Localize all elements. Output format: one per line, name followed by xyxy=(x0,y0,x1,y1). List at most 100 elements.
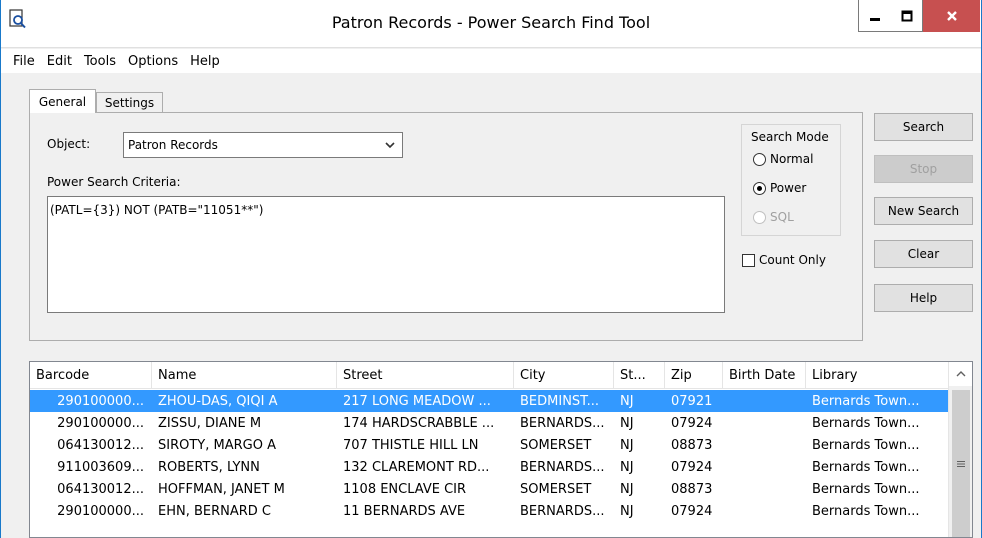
scroll-thumb[interactable] xyxy=(952,390,970,537)
cell-barcode: 064130012... xyxy=(57,481,144,497)
radio-power-label: Power xyxy=(770,181,807,195)
search-button[interactable]: Search xyxy=(874,113,973,141)
table-row[interactable]: 064130012... SIROTY, MARGO A 707 THISTLE… xyxy=(30,434,948,456)
cell-barcode: 290100000... xyxy=(57,503,144,519)
cell-library: Bernards Town... xyxy=(812,503,920,519)
cell-name: ROBERTS, LYNN xyxy=(158,459,260,475)
column-header-state[interactable]: St... xyxy=(614,362,665,389)
cell-zip: 08873 xyxy=(671,481,713,497)
new-search-button[interactable]: New Search xyxy=(874,197,973,225)
menu-tools[interactable]: Tools xyxy=(78,52,122,71)
chevron-down-icon xyxy=(385,142,395,149)
cell-name: EHN, BERNARD C xyxy=(158,503,272,519)
cell-birth-date xyxy=(723,456,806,478)
menu-edit[interactable]: Edit xyxy=(41,52,78,71)
cell-state: NJ xyxy=(620,415,634,431)
cell-street: 132 CLAREMONT RD... xyxy=(343,459,490,475)
title-bar[interactable]: Patron Records - Power Search Find Tool xyxy=(1,0,981,48)
table-row[interactable]: 290100000... ZHOU-DAS, QIQI A 217 LONG M… xyxy=(30,390,948,412)
menu-bar: File Edit Tools Options Help xyxy=(1,49,981,73)
cell-zip: 08873 xyxy=(671,437,713,453)
object-label: Object: xyxy=(47,137,91,151)
cell-name: ZISSU, DIANE M xyxy=(158,415,262,431)
tab-settings[interactable]: Settings xyxy=(96,92,163,113)
cell-street: 174 HARDSCRABBLE ... xyxy=(343,415,495,431)
results-list[interactable]: Barcode Name Street City St... Zip Birth… xyxy=(29,361,973,538)
table-row[interactable]: 290100000... EHN, BERNARD C 11 BERNARDS … xyxy=(30,500,948,522)
cell-street: 1108 ENCLAVE CIR xyxy=(343,481,467,497)
cell-library: Bernards Town... xyxy=(812,393,920,409)
cell-birth-date xyxy=(723,478,806,500)
results-header: Barcode Name Street City St... Zip Birth… xyxy=(30,362,948,389)
cell-state: NJ xyxy=(620,459,634,475)
criteria-label: Power Search Criteria: xyxy=(47,175,181,189)
radio-sql-label: SQL xyxy=(770,210,794,224)
close-icon xyxy=(946,11,957,21)
cell-city: SOMERSET xyxy=(520,437,592,453)
column-header-barcode[interactable]: Barcode xyxy=(30,362,152,389)
cell-birth-date xyxy=(723,434,806,456)
cell-state: NJ xyxy=(620,503,634,519)
cell-library: Bernards Town... xyxy=(812,481,920,497)
menu-options[interactable]: Options xyxy=(122,52,184,71)
column-header-zip[interactable]: Zip xyxy=(665,362,723,389)
close-window-button[interactable] xyxy=(923,0,980,32)
scroll-up-button[interactable] xyxy=(949,362,972,386)
cell-street: 11 BERNARDS AVE xyxy=(343,503,466,519)
column-header-library[interactable]: Library xyxy=(806,362,948,389)
cell-library: Bernards Town... xyxy=(812,459,920,475)
vertical-scrollbar[interactable] xyxy=(948,362,972,537)
cell-state: NJ xyxy=(620,481,634,497)
radio-power[interactable]: Power xyxy=(753,181,806,195)
cell-name: SIROTY, MARGO A xyxy=(158,437,276,453)
radio-normal[interactable]: Normal xyxy=(753,152,813,166)
cell-zip: 07921 xyxy=(671,393,713,409)
count-only-label: Count Only xyxy=(759,253,826,267)
cell-zip: 07924 xyxy=(671,459,713,475)
cell-barcode: 290100000... xyxy=(57,415,144,431)
maximize-button[interactable] xyxy=(891,0,923,32)
cell-city: BEDMINST... xyxy=(520,393,599,409)
cell-street: 707 THISTLE HILL LN xyxy=(343,437,479,453)
column-header-birth-date[interactable]: Birth Date xyxy=(723,362,806,389)
window-title: Patron Records - Power Search Find Tool xyxy=(331,13,651,32)
app-window: Patron Records - Power Search Find Tool … xyxy=(0,0,982,538)
cell-city: BERNARDS... xyxy=(520,459,605,475)
radio-normal-label: Normal xyxy=(770,152,814,166)
menu-help[interactable]: Help xyxy=(184,52,226,71)
column-header-name[interactable]: Name xyxy=(152,362,337,389)
cell-library: Bernards Town... xyxy=(812,437,920,453)
cell-birth-date xyxy=(723,500,806,522)
table-row[interactable]: 290100000... ZISSU, DIANE M 174 HARDSCRA… xyxy=(30,412,948,434)
cell-barcode: 911003609... xyxy=(57,459,144,475)
column-header-city[interactable]: City xyxy=(514,362,614,389)
radio-power-button[interactable] xyxy=(753,181,766,195)
grip-icon xyxy=(957,461,965,467)
object-select[interactable]: Patron Records xyxy=(123,132,403,158)
minimize-button[interactable] xyxy=(858,0,892,32)
tab-general[interactable]: General xyxy=(29,89,96,113)
column-header-street[interactable]: Street xyxy=(337,362,514,389)
clear-button[interactable]: Clear xyxy=(874,240,973,268)
object-select-value: Patron Records xyxy=(128,138,218,152)
cell-city: SOMERSET xyxy=(520,481,592,497)
radio-sql-button xyxy=(753,210,766,224)
criteria-textarea[interactable]: (PATL={3}) NOT (PATB="11051**") xyxy=(47,196,725,313)
cell-state: NJ xyxy=(620,393,634,409)
maximize-icon xyxy=(901,10,912,21)
help-button[interactable]: Help xyxy=(874,284,973,312)
cell-zip: 07924 xyxy=(671,503,713,519)
count-only-checkbox-row[interactable]: Count Only xyxy=(742,253,826,267)
radio-normal-button[interactable] xyxy=(753,152,766,166)
cell-birth-date xyxy=(723,390,806,412)
cell-name: ZHOU-DAS, QIQI A xyxy=(158,393,278,409)
count-only-checkbox[interactable] xyxy=(742,253,755,267)
table-row[interactable]: 911003609... ROBERTS, LYNN 132 CLAREMONT… xyxy=(30,456,948,478)
cell-city: BERNARDS... xyxy=(520,503,605,519)
chevron-up-icon xyxy=(956,371,966,377)
menu-file[interactable]: File xyxy=(7,52,41,71)
table-row[interactable]: 064130012... HOFFMAN, JANET M 1108 ENCLA… xyxy=(30,478,948,500)
radio-sql: SQL xyxy=(753,210,794,224)
cell-name: HOFFMAN, JANET M xyxy=(158,481,285,497)
search-mode-label: Search Mode xyxy=(751,130,829,144)
